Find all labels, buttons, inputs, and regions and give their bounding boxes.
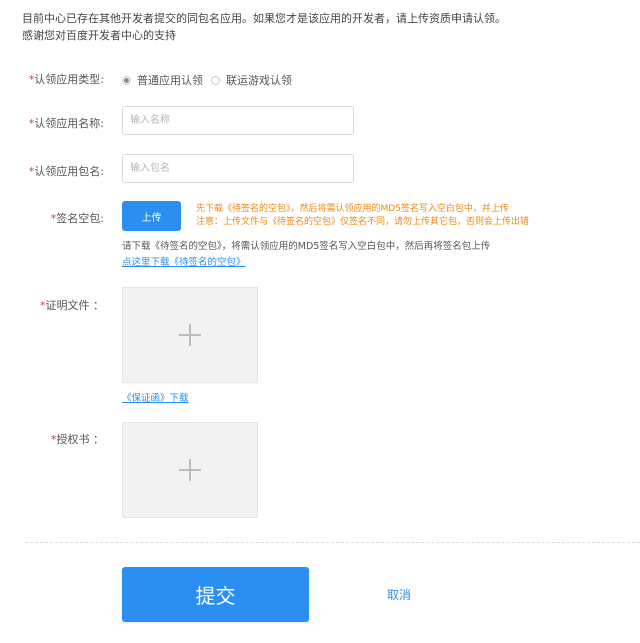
cancel-link[interactable]: 取消 xyxy=(387,586,411,603)
radio-game-app[interactable]: 联运游戏认领 xyxy=(211,72,292,88)
signature-warning-1: 先下载《待签名的空包》，然后将需认领应用的MD5签名写入空白包中，并上传 xyxy=(196,204,509,214)
divider xyxy=(25,542,640,543)
authorization-upload-box[interactable] xyxy=(122,422,258,518)
notice-line-2: 感谢您对百度开发者中心的支持 xyxy=(22,29,176,42)
radio-unselected-icon xyxy=(211,75,220,85)
guarantee-letter-download-link[interactable]: 《保证函》下载 xyxy=(122,390,189,404)
plus-icon xyxy=(179,459,201,481)
app-name-input[interactable] xyxy=(122,106,354,135)
upload-button[interactable]: 上传 xyxy=(122,201,181,231)
signature-label: *签名空包: xyxy=(50,212,104,225)
radio-normal-app-label: 普通应用认领 xyxy=(137,74,203,87)
app-name-label: *认领应用名称: xyxy=(28,117,104,130)
app-type-label: *认领应用类型: xyxy=(28,73,104,86)
radio-game-app-label: 联运游戏认领 xyxy=(226,74,292,87)
package-name-input[interactable] xyxy=(122,154,354,183)
signature-info: 请下载《待签名的空包》，将需认领应用的MD5签名写入空白包中，然后再将签名包上传 xyxy=(122,241,491,252)
signature-warning-2: 注意：上传文件与《待签名的空包》仅签名不同，请勿上传其它包，否则会上传出错 xyxy=(196,217,530,227)
radio-selected-icon xyxy=(122,75,131,85)
radio-normal-app[interactable]: 普通应用认领 xyxy=(122,72,203,88)
notice-line-1: 目前中心已存在其他开发者提交的同包名应用。如果您才是该应用的开发者，请上传资质申… xyxy=(22,12,506,25)
plus-icon xyxy=(179,324,201,346)
proof-label: *证明文件 ： xyxy=(40,299,104,312)
authorization-label: *授权书 ： xyxy=(51,433,104,446)
package-name-label: *认领应用包名: xyxy=(28,165,104,178)
download-empty-package-link[interactable]: 点这里下载《待签名的空包》 xyxy=(122,254,246,268)
proof-upload-box[interactable] xyxy=(122,287,258,383)
submit-button[interactable]: 提交 xyxy=(122,567,309,622)
